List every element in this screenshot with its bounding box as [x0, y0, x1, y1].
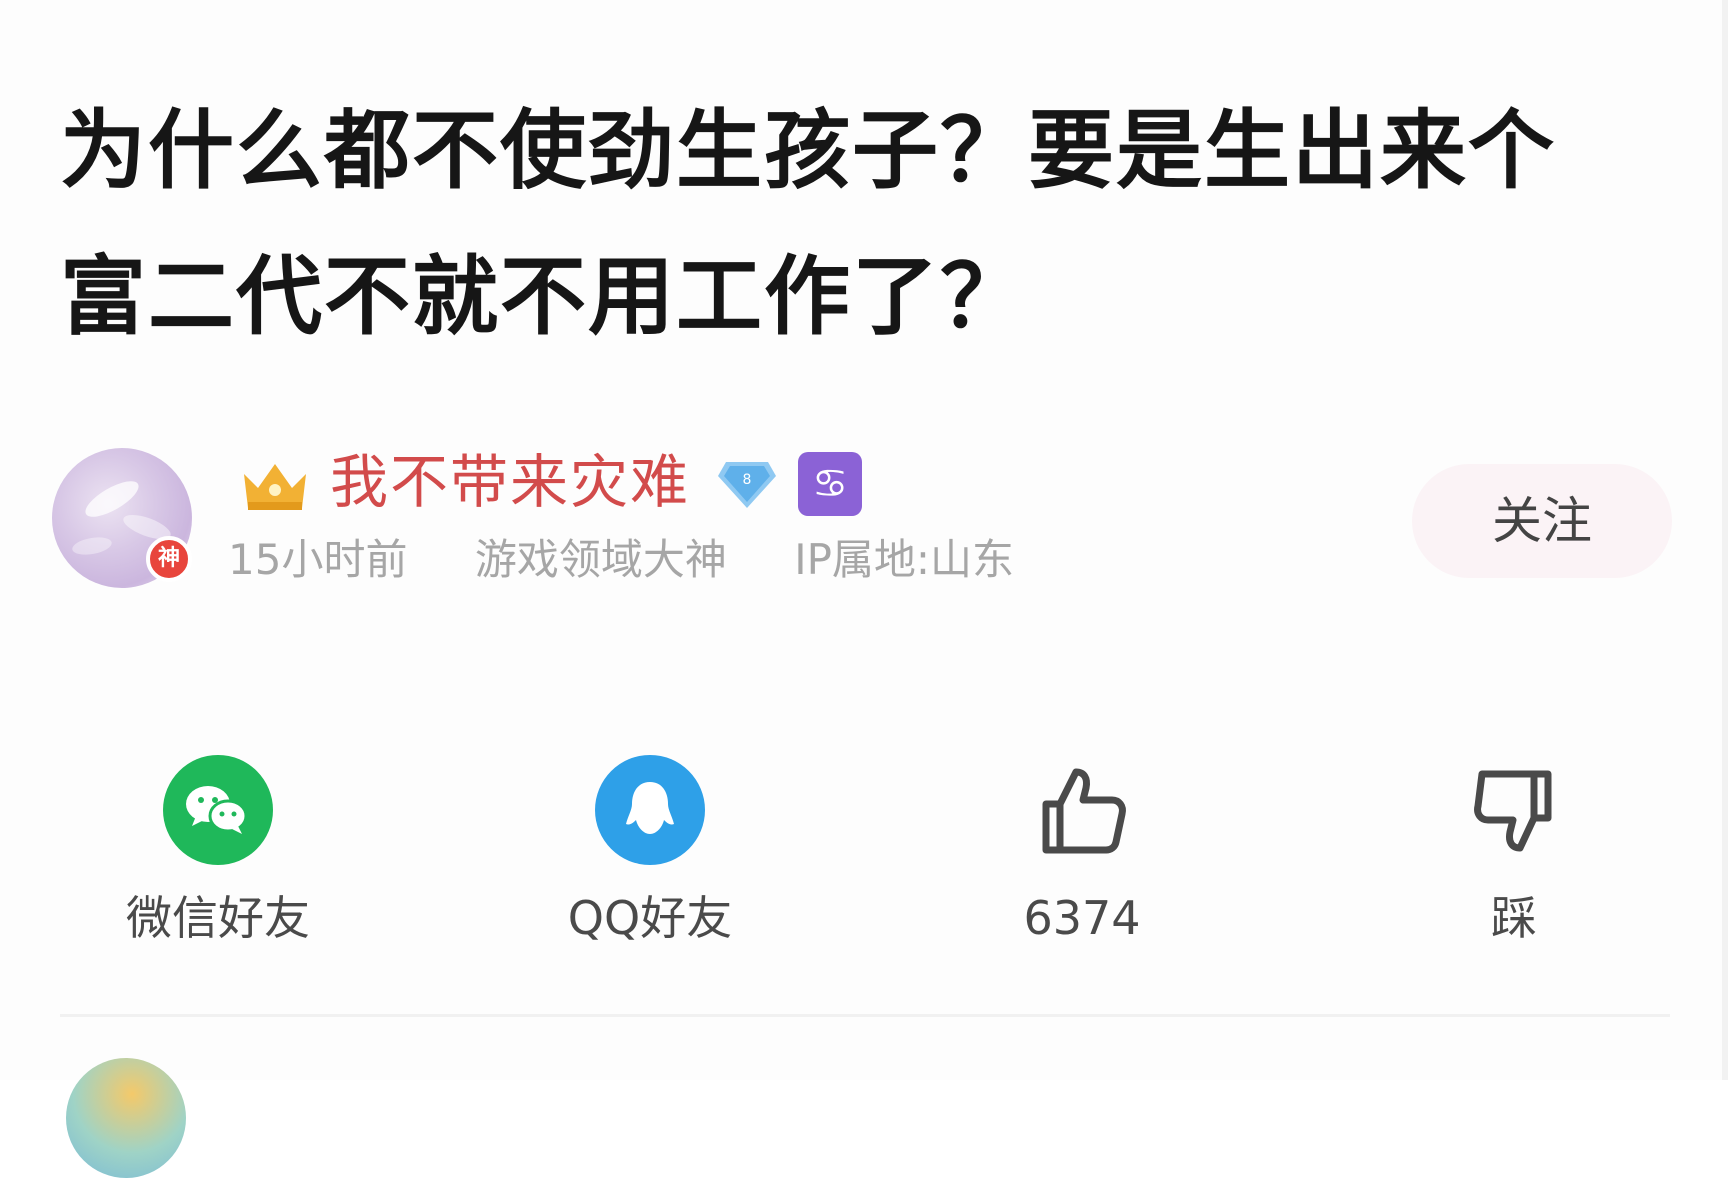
share-qq-label: QQ好友 — [567, 891, 733, 945]
thumbs-down-icon — [1474, 770, 1552, 852]
next-comment-avatar[interactable] — [66, 1058, 186, 1178]
svg-text:8: 8 — [743, 472, 752, 488]
post-time: 15小时前 — [228, 535, 408, 584]
cancer-zodiac-icon: ♋ — [798, 452, 862, 516]
like-button[interactable]: 6374 — [962, 754, 1202, 948]
ip-location: IP属地:山东 — [794, 535, 1015, 584]
author-name[interactable]: 我不带来灾难 — [330, 446, 690, 518]
qq-penguin-icon — [626, 782, 674, 834]
page-edge — [1722, 0, 1728, 1080]
crown-icon — [244, 464, 306, 510]
share-qq-button[interactable]: QQ好友 — [530, 754, 770, 948]
dislike-label: 踩 — [1491, 891, 1537, 945]
share-wechat-button[interactable]: 微信好友 — [98, 754, 338, 948]
dislike-button[interactable]: 踩 — [1394, 754, 1634, 948]
post-title: 为什么都不使劲生孩子？要是生出来个富二代不就不用工作了？ — [60, 101, 1556, 347]
wechat-icon — [186, 786, 248, 834]
level-badge-icon: 8 — [718, 462, 776, 508]
author-meta: 15小时前 游戏领域大神 IP属地:山东 — [228, 532, 1014, 588]
avatar-god-badge: 神 — [146, 536, 192, 582]
follow-button[interactable]: 关注 — [1412, 464, 1672, 578]
like-count: 6374 — [1023, 891, 1141, 945]
section-divider — [60, 1014, 1670, 1017]
thumbs-up-icon — [1042, 768, 1126, 854]
share-wechat-label: 微信好友 — [126, 891, 310, 945]
post-page: 为什么都不使劲生孩子？要是生出来个富二代不就不用工作了？ 神 我不带来灾难 8 … — [0, 0, 1728, 1178]
author-title-tag: 游戏领域大神 — [474, 535, 727, 584]
